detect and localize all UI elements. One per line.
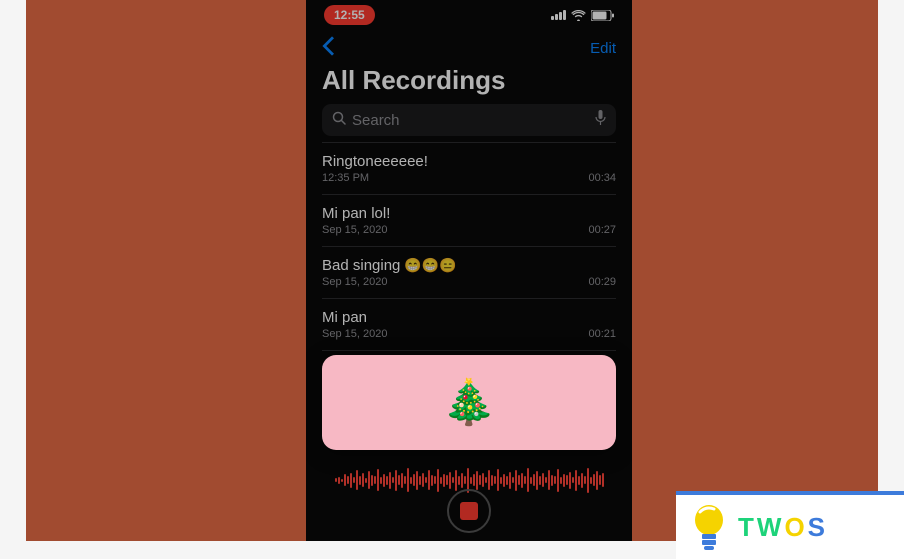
status-bar: 12:55 [306, 0, 632, 30]
recording-duration: 00:29 [588, 276, 616, 288]
record-controls [306, 489, 632, 533]
search-input[interactable]: Search [322, 104, 616, 136]
recording-date: 12:35 PM [322, 172, 369, 184]
recording-duration: 00:21 [588, 328, 616, 340]
recording-date: Sep 15, 2020 [322, 276, 387, 288]
status-right [551, 10, 614, 21]
edit-button[interactable]: Edit [590, 40, 616, 57]
dictation-icon[interactable] [595, 110, 606, 131]
battery-icon [591, 10, 614, 21]
bulb-icon [690, 503, 728, 551]
notification-popup[interactable]: 🎄 [322, 355, 616, 450]
recording-title: Mi pan lol! [322, 205, 390, 222]
recording-title: Bad singing [322, 257, 400, 274]
recording-duration: 00:34 [588, 172, 616, 184]
cellular-signal-icon [551, 10, 566, 20]
video-frame: 12:55 Edit All Recordings Search [26, 0, 878, 541]
recording-date: Sep 15, 2020 [322, 224, 387, 236]
watermark-text: TWOS [738, 512, 828, 543]
search-icon [332, 111, 346, 130]
recording-row[interactable]: Mi pan Sep 15, 2020 00:21 [322, 299, 616, 351]
search-placeholder: Search [352, 112, 595, 129]
page-title: All Recordings [306, 65, 632, 104]
watermark-badge: TWOS [676, 491, 904, 559]
recording-row[interactable]: Bad singing😁😁😑 Sep 15, 2020 00:29 [322, 247, 616, 299]
christmas-tree-icon: 🎄 [442, 381, 497, 425]
recording-row[interactable]: Ringtoneeeeee! 12:35 PM 00:34 [322, 142, 616, 195]
stop-record-button[interactable] [447, 489, 491, 533]
back-button[interactable] [322, 36, 335, 61]
nav-bar: Edit [306, 30, 632, 65]
recording-time-pill: 12:55 [324, 5, 375, 25]
recording-row[interactable]: Mi pan lol! Sep 15, 2020 00:27 [322, 195, 616, 247]
wifi-icon [571, 10, 586, 21]
stop-icon [460, 502, 478, 520]
recording-duration: 00:27 [588, 224, 616, 236]
recording-title: Mi pan [322, 309, 367, 326]
recording-title: Ringtoneeeeee! [322, 153, 428, 170]
emoji-icon: 😁😁😑 [404, 257, 456, 274]
recording-date: Sep 15, 2020 [322, 328, 387, 340]
phone-screen: 12:55 Edit All Recordings Search [306, 0, 632, 541]
